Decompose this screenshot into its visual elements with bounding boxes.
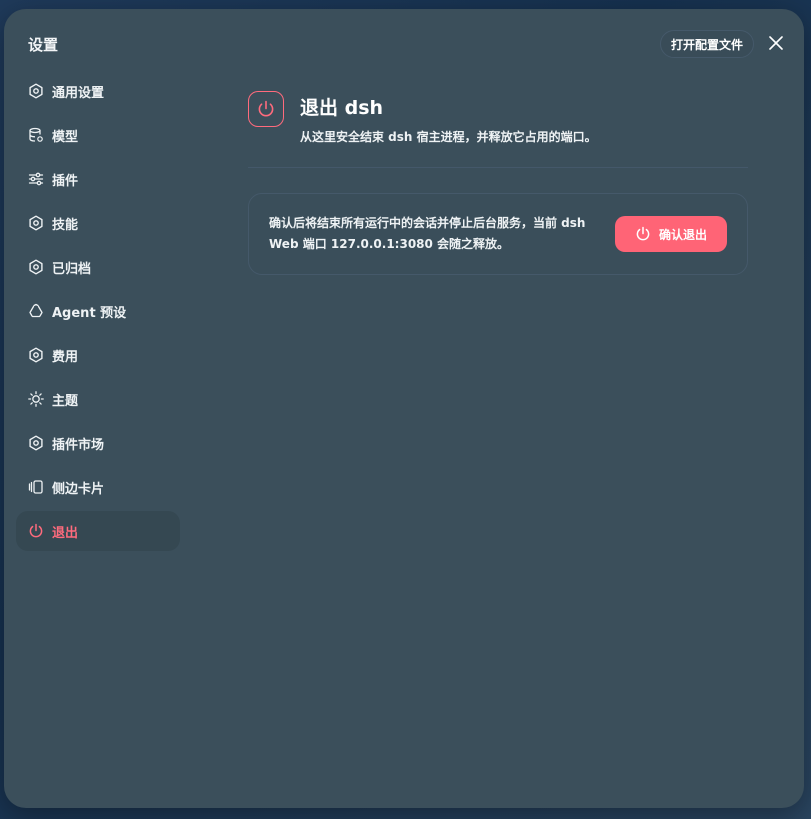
- sidebar-item-label: 已归档: [52, 261, 92, 277]
- dialog-title: 设置: [28, 36, 59, 54]
- power-icon: [248, 91, 284, 127]
- page-description: 从这里安全结束 dsh 宿主进程，并释放它占用的端口。: [300, 130, 597, 144]
- gear-icon: [28, 259, 44, 275]
- gear-icon: [28, 83, 44, 99]
- header-text: 退出 dsh 从这里安全结束 dsh 宿主进程，并释放它占用的端口。: [300, 91, 597, 145]
- sidebar-item-exit[interactable]: 退出: [16, 511, 180, 551]
- sidebar-item-label: 插件市场: [52, 437, 105, 453]
- sidebar-item-label: 通用设置: [52, 85, 105, 101]
- sidebar-item-agent-presets[interactable]: Agent 预设: [16, 291, 180, 331]
- close-icon: [769, 36, 783, 50]
- power-icon: [28, 523, 44, 539]
- sidebar-item-label: 主题: [52, 393, 79, 409]
- main-panel: 退出 dsh 从这里安全结束 dsh 宿主进程，并释放它占用的端口。 确认后将结…: [248, 91, 748, 275]
- sun-icon: [28, 391, 44, 407]
- exit-card: 确认后将结束所有运行中的会话并停止后台服务，当前 dsh Web 端口 127.…: [248, 193, 748, 275]
- cards-icon: [28, 479, 44, 495]
- settings-dialog: 设置 打开配置文件 通用设置 模型 插件 技能 已归档 Agent 预设 费用 …: [4, 9, 804, 808]
- sidebar-item-archived[interactable]: 已归档: [16, 247, 180, 287]
- section-header: 退出 dsh 从这里安全结束 dsh 宿主进程，并释放它占用的端口。: [248, 91, 748, 145]
- sidebar-item-label: 插件: [52, 173, 79, 189]
- recycle-icon: [28, 303, 44, 319]
- sidebar-item-label: 技能: [52, 217, 79, 233]
- sidebar-item-plugins[interactable]: 插件: [16, 159, 180, 199]
- sidebar-item-label: 模型: [52, 129, 79, 145]
- database-icon: [28, 127, 44, 143]
- sidebar-item-theme[interactable]: 主题: [16, 379, 180, 419]
- sidebar-item-label: 退出: [52, 525, 79, 541]
- sidebar-item-skills[interactable]: 技能: [16, 203, 180, 243]
- sidebar: 通用设置 模型 插件 技能 已归档 Agent 预设 费用 主题 插件市场 侧边…: [16, 71, 180, 555]
- sidebar-item-side-cards[interactable]: 侧边卡片: [16, 467, 180, 507]
- exit-warning-text: 确认后将结束所有运行中的会话并停止后台服务，当前 dsh Web 端口 127.…: [269, 216, 586, 251]
- gear-icon: [28, 215, 44, 231]
- sidebar-item-costs[interactable]: 费用: [16, 335, 180, 375]
- sidebar-item-label: 侧边卡片: [52, 481, 105, 497]
- power-icon: [635, 226, 651, 242]
- sidebar-item-label: 费用: [52, 349, 79, 365]
- confirm-exit-label: 确认退出: [658, 227, 707, 242]
- page-title: 退出 dsh: [300, 97, 384, 119]
- sidebar-item-label: Agent 预设: [52, 305, 127, 321]
- open-config-button[interactable]: 打开配置文件: [660, 30, 755, 58]
- sliders-icon: [28, 171, 44, 187]
- gear-icon: [28, 347, 44, 363]
- close-button[interactable]: [764, 31, 788, 55]
- sidebar-item-plugin-market[interactable]: 插件市场: [16, 423, 180, 463]
- confirm-exit-button[interactable]: 确认退出: [615, 216, 727, 252]
- sidebar-item-general[interactable]: 通用设置: [16, 71, 180, 111]
- gear-icon: [28, 435, 44, 451]
- sidebar-item-models[interactable]: 模型: [16, 115, 180, 155]
- divider: [248, 167, 748, 168]
